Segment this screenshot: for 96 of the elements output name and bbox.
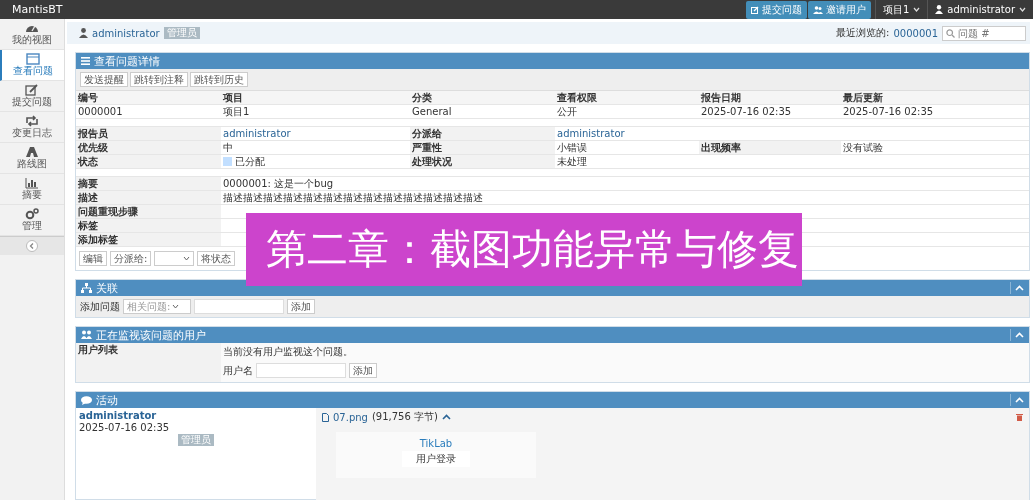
user-link[interactable]: administrator (79, 410, 157, 421)
panel-title: 正在监视该问题的用户 (96, 327, 206, 343)
nav-button[interactable]: 提交问题 (746, 0, 807, 19)
user-icon (935, 5, 944, 14)
column-header: 最后更新 (841, 91, 1029, 105)
field-label: 用户名 (223, 363, 253, 378)
table-cell: 2025-07-16 02:35 (841, 105, 1029, 119)
nav-button[interactable]: 邀请用户 (808, 0, 871, 19)
status-value: 已分配 (235, 155, 265, 168)
field-label: 出现频率 (699, 141, 841, 155)
file-size: (91,756 字节) (371, 410, 438, 424)
comments-icon (81, 395, 92, 405)
field-label: 严重性 (410, 141, 555, 155)
bar-chart-icon (25, 177, 39, 189)
column-header: 查看权限 (555, 91, 699, 105)
gears-icon (25, 208, 39, 220)
caret-icon (1019, 7, 1026, 12)
search-field[interactable]: 问题 # (942, 25, 1026, 41)
collapse-icon[interactable] (26, 240, 38, 252)
users-icon (813, 5, 823, 14)
field-value: 没有试验 (841, 141, 1029, 155)
username-input[interactable] (256, 363, 346, 378)
field-label: 标签 (76, 219, 221, 233)
add-button[interactable]: 添加 (287, 299, 315, 314)
sitemap-icon (81, 283, 92, 293)
preview-logo: TikLab (419, 438, 453, 449)
user-link[interactable]: administrator (92, 27, 160, 39)
user-link[interactable]: administrator (221, 127, 410, 141)
column-header: 项目 (221, 91, 410, 105)
edit-icon (751, 5, 759, 14)
users-icon (81, 330, 92, 340)
panel-title: 关联 (96, 280, 118, 296)
user-menu[interactable]: administrator (927, 0, 1033, 19)
table-cell: 2025-07-16 02:35 (699, 105, 841, 119)
field-value: 小错误 (555, 141, 699, 155)
role-badge: 管理员 (163, 27, 200, 39)
menu-icon (81, 57, 90, 65)
timestamp: 2025-07-16 02:35 (79, 422, 170, 433)
edit-icon (25, 84, 39, 96)
action-button[interactable]: 跳转到注释 (130, 72, 188, 87)
field-label: 用户列表 (76, 343, 221, 382)
sidebar-item[interactable]: 摘要 (0, 174, 64, 205)
column-header: 报告日期 (699, 91, 841, 105)
edit-button[interactable]: 编辑 (79, 251, 107, 266)
sidebar-item[interactable]: 变更日志 (0, 112, 64, 143)
field-label: 状态 (76, 155, 221, 169)
user-icon (79, 28, 88, 38)
field-label: 问题重现步骤 (76, 205, 221, 219)
action-button[interactable]: 发送提醒 (80, 72, 128, 87)
collapse-icon[interactable] (441, 414, 451, 420)
issue-input[interactable] (194, 299, 284, 314)
caret-icon (172, 304, 180, 309)
field-label: 摘要 (76, 177, 221, 191)
role-badge: 管理员 (178, 434, 214, 446)
column-header: 分类 (410, 91, 555, 105)
table-cell: General (410, 105, 555, 119)
field-label: 添加问题 (80, 299, 120, 314)
swap-icon (25, 115, 39, 127)
panel-title: 活动 (96, 392, 118, 408)
road-icon (25, 146, 39, 158)
sidebar-item[interactable]: 查看问题 (0, 50, 64, 81)
recent-label: 最近浏览的: (836, 26, 890, 40)
field-value: 未处理 (555, 155, 699, 169)
window-icon (26, 53, 40, 65)
panel-title: 查看问题详情 (94, 53, 160, 69)
table-cell: 公开 (555, 105, 699, 119)
caret-icon (913, 7, 921, 12)
field-value: 0000001: 这是一个bug (223, 178, 334, 189)
recent-issue-link[interactable]: 0000001 (893, 27, 938, 39)
field-label: 添加标签 (76, 233, 221, 247)
action-button[interactable]: 跳转到历史 (190, 72, 248, 87)
field-label: 描述 (76, 191, 221, 205)
chapter-banner: 第二章：截图功能异常与修复 (246, 213, 802, 286)
field-label: 优先级 (76, 141, 221, 155)
preview-card: 用户登录 (402, 451, 470, 467)
assign-button[interactable]: 分派给: (110, 251, 152, 266)
table-cell: 项目1 (221, 105, 410, 119)
project-menu[interactable]: 项目1 (875, 0, 928, 19)
user-link[interactable]: administrator (555, 127, 699, 141)
sidebar-item[interactable]: 路线图 (0, 143, 64, 174)
sidebar-item[interactable]: 提交问题 (0, 81, 64, 112)
column-header: 编号 (76, 91, 221, 105)
field-label: 处理状况 (410, 155, 555, 169)
file-icon (322, 412, 329, 422)
attachment-link[interactable]: 07.png (333, 411, 368, 423)
field-label: 报告员 (76, 127, 221, 141)
app-brand[interactable]: MantisBT (0, 3, 63, 16)
monitor-message: 当前没有用户监视这个问题。 (223, 345, 354, 359)
caret-icon (183, 256, 191, 261)
field-value: 中 (221, 141, 410, 155)
field-value: 描述描述描述描述描述描述描述描述描述描述描述描述描述 (223, 192, 483, 203)
status-button[interactable]: 将状态 (197, 251, 236, 266)
delete-icon[interactable] (1016, 413, 1023, 421)
table-cell: 0000001 (76, 105, 221, 119)
add-button[interactable]: 添加 (349, 363, 377, 378)
field-label: 分派给 (410, 127, 555, 141)
